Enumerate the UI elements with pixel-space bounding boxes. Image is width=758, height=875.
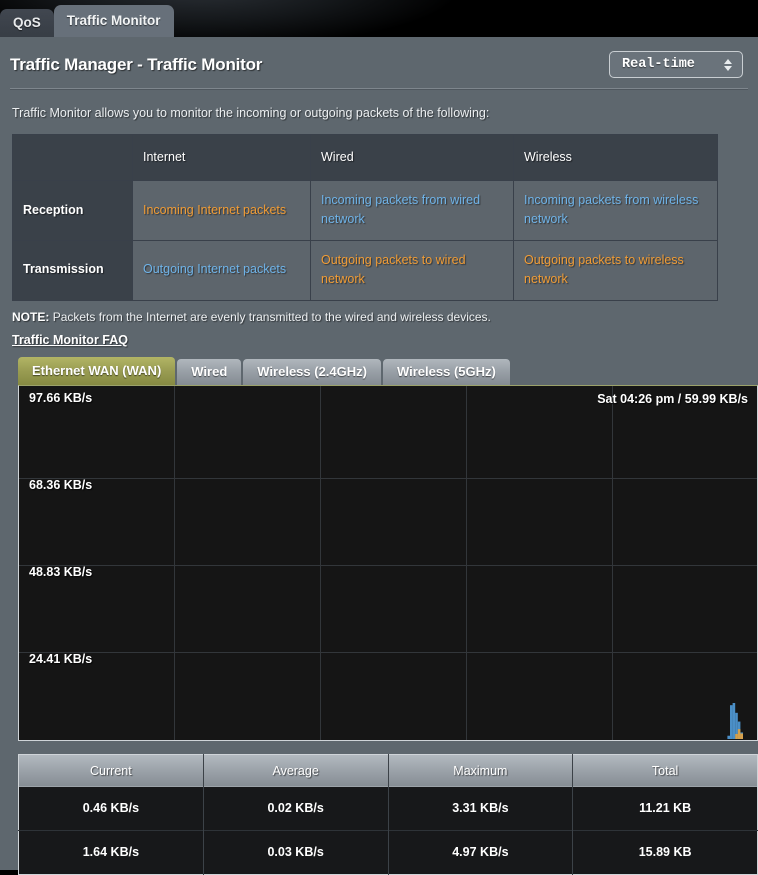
table-row: Transmission Outgoing Internet packets O… (12, 239, 718, 301)
table-row: 0.46 KB/s 0.02 KB/s 3.31 KB/s 11.21 KB (18, 786, 758, 830)
traffic-mode-select[interactable]: Real-time (609, 51, 743, 78)
cell-text: Outgoing packets to wireless network (524, 252, 684, 287)
note-text: NOTE: Packets from the Internet are even… (12, 310, 748, 324)
traffic-types-table: Internet Wired Wireless Reception Incomi… (12, 134, 718, 301)
note-prefix: NOTE: (12, 309, 50, 324)
cell-text: Incoming Internet packets (143, 202, 287, 217)
column-header-blank (12, 134, 133, 181)
stats-reception-total: 11.21 KB (572, 786, 758, 830)
row-label-reception: Reception (12, 180, 133, 241)
cell-reception-wireless: Incoming packets from wireless network (513, 180, 718, 241)
stats-transmission-average: 0.03 KB/s (203, 829, 389, 874)
cell-transmission-internet: Outgoing Internet packets (132, 239, 311, 301)
cell-transmission-wireless: Outgoing packets to wireless network (513, 239, 718, 301)
graph-tab-wired[interactable]: Wired (177, 358, 242, 385)
traffic-stats-table: Current Average Maximum Total 0.46 KB/s … (18, 753, 758, 875)
intro-text: Traffic Monitor allows you to monitor th… (12, 106, 490, 120)
stats-reception-maximum: 3.31 KB/s (388, 786, 574, 830)
cell-transmission-wired: Outgoing packets to wired network (310, 239, 514, 301)
stats-transmission-maximum: 4.97 KB/s (388, 829, 574, 874)
browser-tab-traffic-monitor[interactable]: Traffic Monitor (53, 5, 174, 37)
page-body: Traffic Manager - Traffic Monitor Real-t… (0, 37, 758, 875)
column-header-wired: Wired (310, 134, 514, 181)
table-row: Reception Incoming Internet packets Inco… (12, 180, 718, 241)
stats-transmission-current: 1.64 KB/s (18, 829, 204, 874)
stats-reception-current: 0.46 KB/s (18, 786, 204, 830)
stats-header-row: Current Average Maximum Total (18, 754, 758, 787)
browser-tab-qos[interactable]: QoS (0, 9, 54, 37)
stats-reception-average: 0.02 KB/s (203, 786, 389, 830)
y-axis-tick-2: 68.36 KB/s (29, 477, 93, 492)
graph-tab-wireless-24[interactable]: Wireless (2.4GHz) (243, 358, 381, 385)
stats-transmission-total: 15.89 KB (572, 829, 758, 874)
y-axis-tick-1: 97.66 KB/s (29, 390, 93, 405)
table-header-row: Internet Wired Wireless (12, 134, 718, 181)
graph-tab-ethernet-wan[interactable]: Ethernet WAN (WAN) (18, 356, 176, 385)
stats-header-current: Current (18, 754, 204, 787)
traffic-sparkline (727, 702, 743, 739)
note-body: Packets from the Internet are evenly tra… (52, 309, 491, 324)
cell-reception-internet: Incoming Internet packets (132, 180, 311, 241)
traffic-graph[interactable]: Sat 04:26 pm / 59.99 KB/s 97.66 KB/s 68.… (18, 384, 758, 741)
row-label-transmission: Transmission (12, 239, 133, 301)
graph-tab-bar: Ethernet WAN (WAN) Wired Wireless (2.4GH… (18, 356, 748, 385)
y-axis-tick-4: 24.41 KB/s (29, 651, 93, 666)
cell-text: Outgoing Internet packets (143, 262, 287, 277)
stats-header-total: Total (572, 754, 758, 787)
cell-text: Incoming packets from wired network (321, 193, 481, 227)
y-axis-tick-3: 48.83 KB/s (29, 564, 93, 579)
table-row: 1.64 KB/s 0.03 KB/s 4.97 KB/s 15.89 KB (18, 829, 758, 874)
mode-select-wrapper: Real-time (609, 51, 743, 78)
page-header: Traffic Manager - Traffic Monitor Real-t… (10, 37, 748, 88)
cell-text: Outgoing packets to wired network (321, 252, 466, 287)
column-header-wireless: Wireless (513, 134, 718, 181)
cell-text: Incoming packets from wireless network (524, 193, 699, 227)
header-divider (10, 88, 748, 90)
graph-tab-wireless-5[interactable]: Wireless (5GHz) (382, 358, 510, 385)
stats-header-maximum: Maximum (388, 754, 574, 787)
column-header-internet: Internet (132, 134, 311, 181)
traffic-monitor-faq-link[interactable]: Traffic Monitor FAQ (12, 333, 128, 347)
stats-header-average: Average (203, 754, 389, 787)
cell-reception-wired: Incoming packets from wired network (310, 180, 514, 241)
browser-tab-strip: QoS Traffic Monitor (0, 0, 758, 37)
page-title: Traffic Manager - Traffic Monitor (10, 54, 263, 74)
graph-timestamp-label: Sat 04:26 pm / 59.99 KB/s (597, 391, 748, 406)
